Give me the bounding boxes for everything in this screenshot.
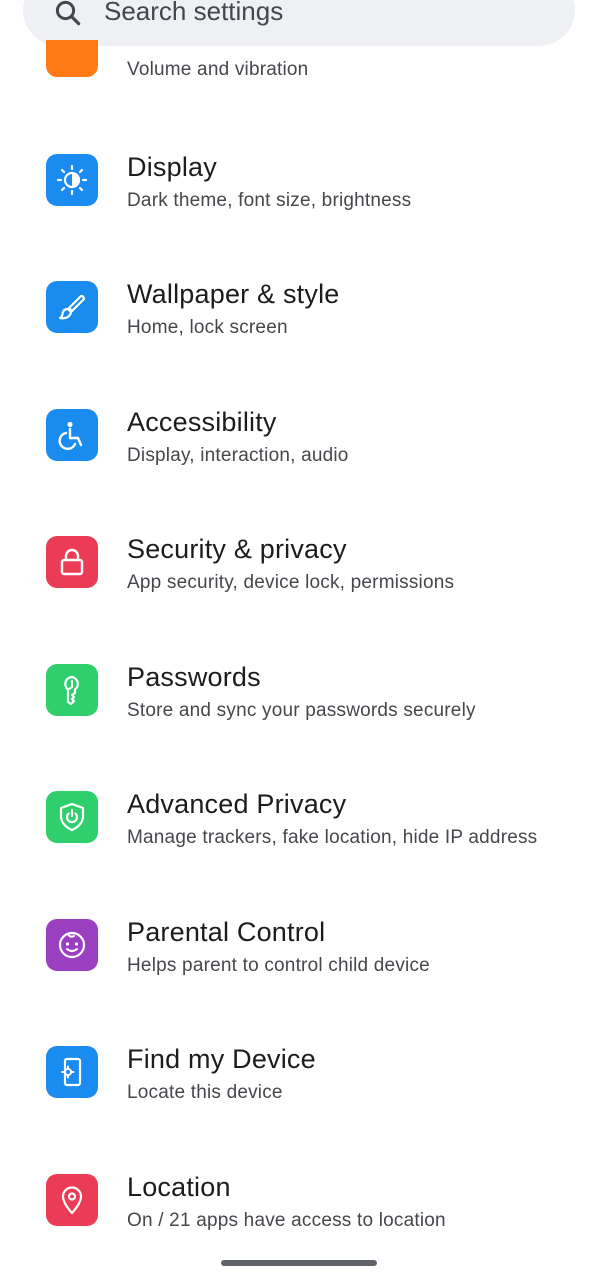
accessibility-icon <box>46 409 98 461</box>
settings-item-subtitle: App security, device lock, permissions <box>127 572 455 593</box>
location-pin-icon <box>46 1174 98 1226</box>
settings-item-subtitle: Helps parent to control child device <box>127 955 430 976</box>
settings-item-title: Display <box>127 152 217 182</box>
settings-item-title: Accessibility <box>127 407 277 437</box>
settings-item-display[interactable]: Display Dark theme, font size, brightnes… <box>0 122 598 234</box>
settings-item-wallpaper[interactable]: Wallpaper & style Home, lock screen <box>0 249 598 361</box>
sound-icon <box>46 40 98 77</box>
gesture-nav-handle[interactable] <box>221 1260 377 1266</box>
settings-item-security[interactable]: Security & privacy App security, device … <box>0 504 598 616</box>
settings-item-subtitle: Store and sync your passwords securely <box>127 700 476 721</box>
key-icon <box>46 664 98 716</box>
settings-item-accessibility[interactable]: Accessibility Display, interaction, audi… <box>0 377 598 489</box>
settings-item-subtitle: Dark theme, font size, brightness <box>127 190 412 211</box>
shield-power-icon <box>46 791 98 843</box>
search-icon <box>55 0 81 26</box>
settings-item-parental-control[interactable]: Parental Control Helps parent to control… <box>0 887 598 999</box>
settings-item-subtitle: Display, interaction, audio <box>127 445 349 466</box>
sound-item-subtitle[interactable]: Volume and vibration <box>127 59 308 81</box>
settings-item-subtitle: Home, lock screen <box>127 317 288 338</box>
settings-item-subtitle: On / 21 apps have access to location <box>127 1210 446 1231</box>
settings-item-title: Location <box>127 1172 231 1202</box>
brush-icon <box>46 281 98 333</box>
settings-item-title: Passwords <box>127 662 261 692</box>
settings-item-advanced-privacy[interactable]: Advanced Privacy Manage trackers, fake l… <box>0 759 598 871</box>
child-face-icon <box>46 919 98 971</box>
settings-item-passwords[interactable]: Passwords Store and sync your passwords … <box>0 632 598 744</box>
brightness-icon <box>46 154 98 206</box>
settings-item-subtitle: Manage trackers, fake location, hide IP … <box>127 827 538 848</box>
find-device-icon <box>46 1046 98 1098</box>
settings-item-title: Security & privacy <box>127 534 347 564</box>
settings-item-title: Parental Control <box>127 917 326 947</box>
settings-item-location[interactable]: Location On / 21 apps have access to loc… <box>0 1142 598 1254</box>
settings-item-find-device[interactable]: Find my Device Locate this device <box>0 1014 598 1126</box>
settings-item-title: Find my Device <box>127 1044 316 1074</box>
settings-item-title: Advanced Privacy <box>127 789 347 819</box>
settings-item-title: Wallpaper & style <box>127 279 340 309</box>
lock-icon <box>46 536 98 588</box>
search-placeholder: Search settings <box>104 0 284 26</box>
settings-item-subtitle: Locate this device <box>127 1082 283 1103</box>
